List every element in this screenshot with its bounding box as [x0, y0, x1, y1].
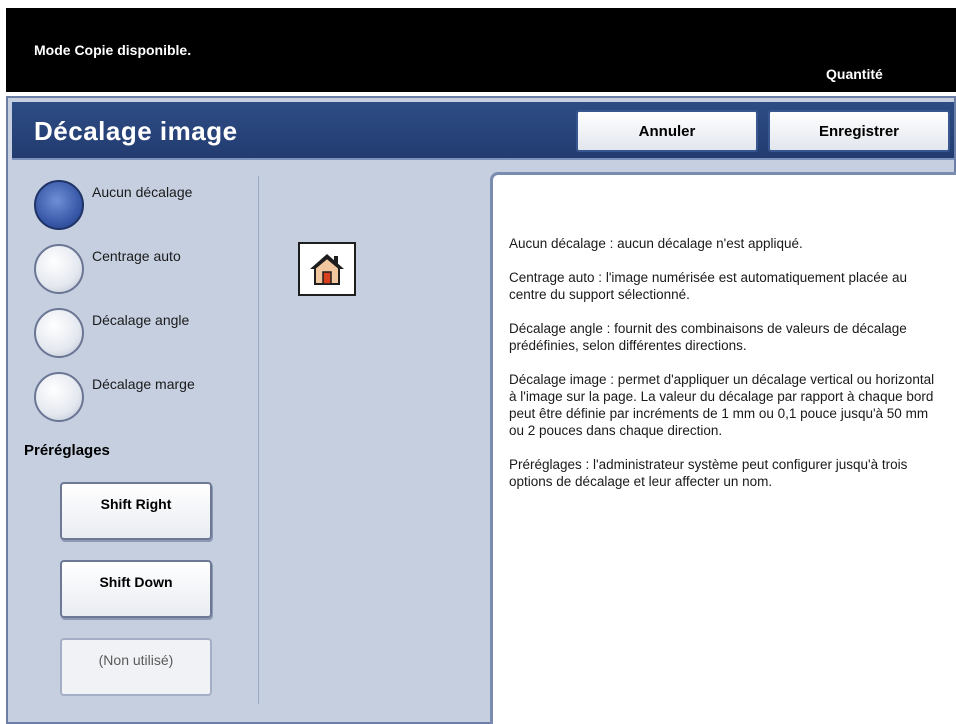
cancel-button[interactable]: Annuler — [576, 110, 758, 152]
option-corner-shift[interactable]: Décalage angle — [34, 308, 244, 358]
save-button[interactable]: Enregistrer — [768, 110, 950, 152]
preset-shift-right-button[interactable]: Shift Right — [60, 482, 212, 540]
radio-corner-shift[interactable] — [34, 308, 84, 358]
option-label: Aucun décalage — [92, 184, 193, 200]
help-panel: Aucun décalage : aucun décalage n'est ap… — [490, 172, 956, 724]
quantity-label: Quantité — [826, 66, 883, 82]
option-label: Décalage marge — [92, 376, 195, 392]
panel-header: Décalage image Annuler Enregistrer — [12, 102, 954, 160]
radio-margin-shift[interactable] — [34, 372, 84, 422]
home-icon-glyph — [310, 254, 344, 285]
option-label: Décalage angle — [92, 312, 190, 328]
home-icon[interactable] — [298, 242, 356, 296]
option-auto-center[interactable]: Centrage auto — [34, 244, 244, 294]
image-shift-panel: Décalage image Annuler Enregistrer Aucun… — [6, 96, 956, 724]
help-paragraph: Centrage auto : l'image numérisée est au… — [509, 270, 908, 302]
radio-no-shift[interactable] — [34, 180, 84, 230]
help-text: Aucun décalage : aucun décalage n'est ap… — [509, 235, 939, 507]
help-paragraph: Aucun décalage : aucun décalage n'est ap… — [509, 236, 803, 251]
preset-shift-down-button[interactable]: Shift Down — [60, 560, 212, 618]
column-divider — [258, 176, 259, 704]
presets-heading: Préréglages — [24, 442, 110, 459]
help-paragraph: Décalage angle : fournit des combinaison… — [509, 321, 907, 353]
help-paragraph: Décalage image : permet d'appliquer un d… — [509, 372, 935, 438]
status-message: Mode Copie disponible. — [34, 42, 192, 58]
help-paragraph: Préréglages : l'administrateur système p… — [509, 457, 908, 489]
option-label: Centrage auto — [92, 248, 181, 264]
page-title: Décalage image — [34, 116, 238, 146]
radio-auto-center[interactable] — [34, 244, 84, 294]
option-margin-shift[interactable]: Décalage marge — [34, 372, 244, 422]
status-bar: Mode Copie disponible. Quantité — [6, 8, 956, 92]
preset-unused-button[interactable]: (Non utilisé) — [60, 638, 212, 696]
option-no-shift[interactable]: Aucun décalage — [34, 180, 244, 230]
